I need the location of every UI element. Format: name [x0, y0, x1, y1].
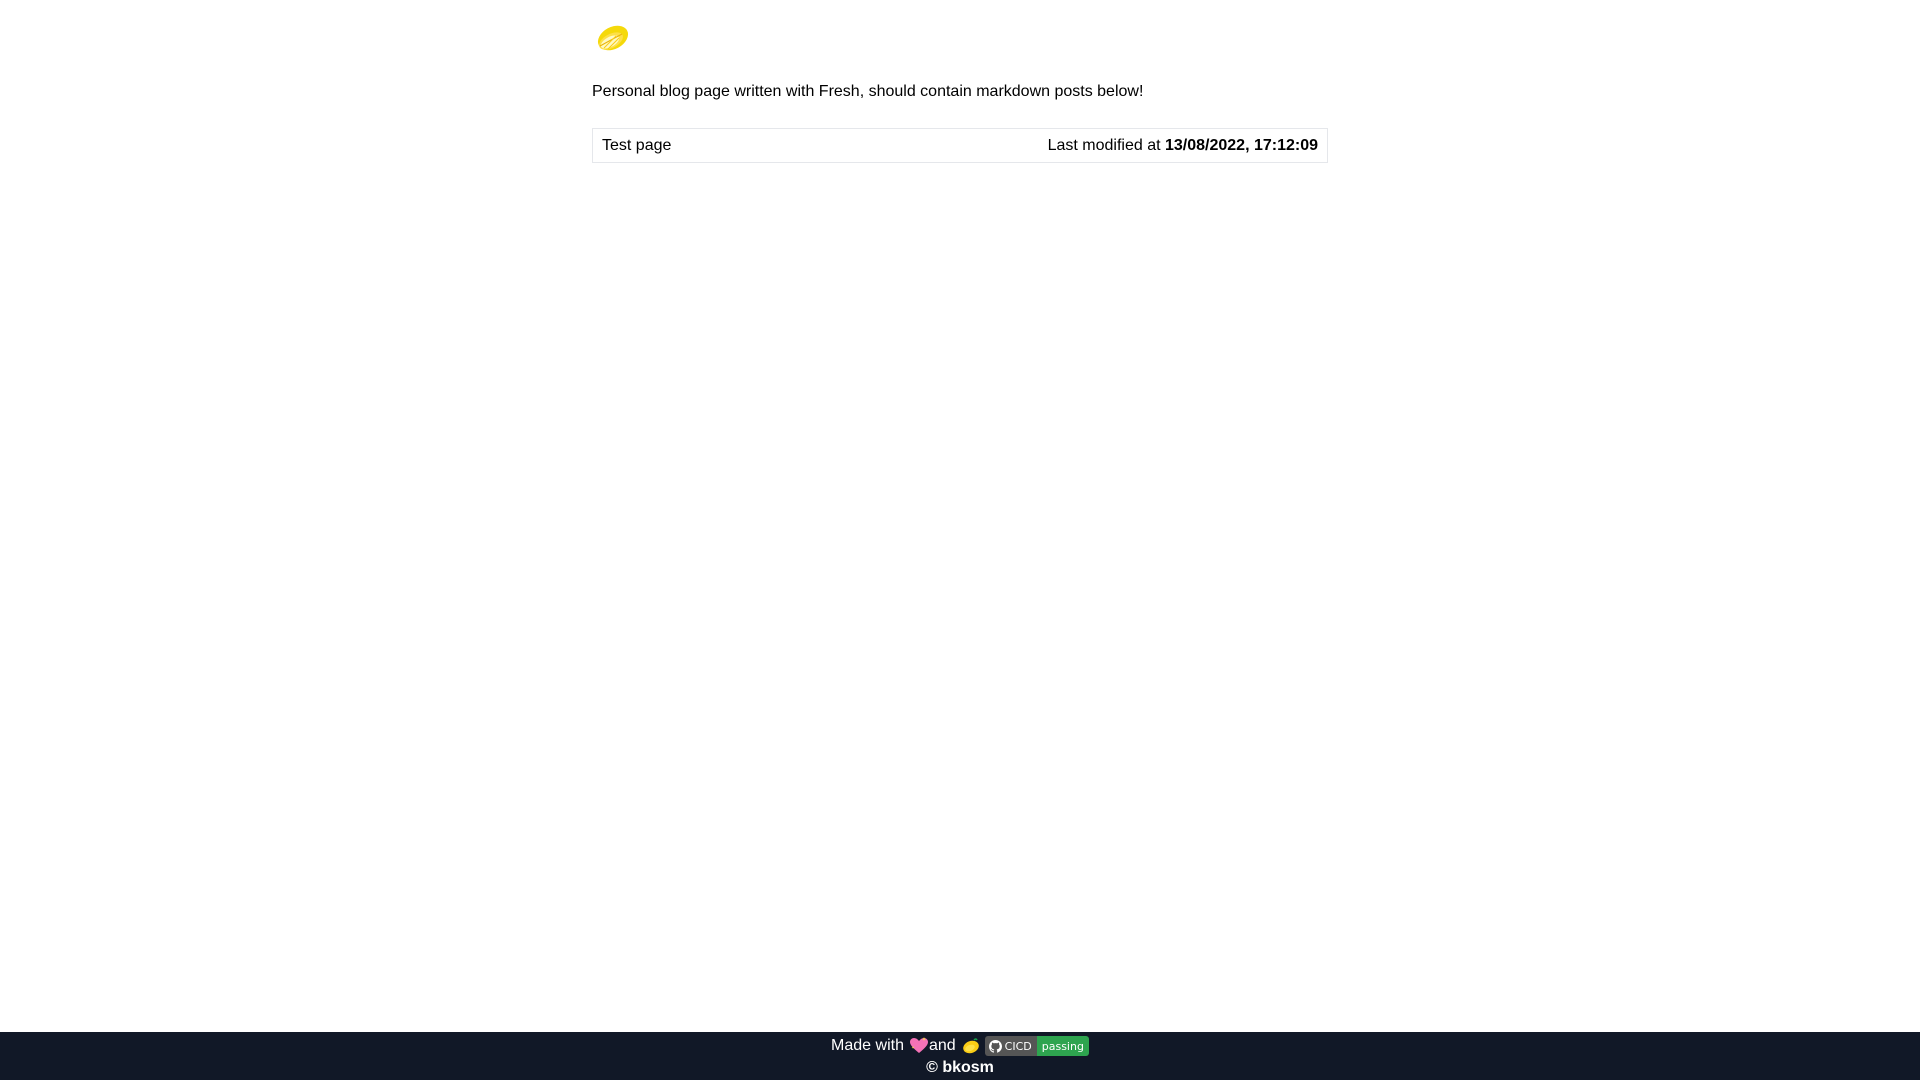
post-list: Test page Last modified at 13/08/2022, 1…: [592, 128, 1328, 163]
post-modified: Last modified at 13/08/2022, 17:12:09: [1048, 137, 1318, 155]
post-modified-date: 13/08/2022, 17:12:09: [1164, 136, 1318, 154]
footer-credits: Made with and CICD passing: [0, 1035, 1920, 1057]
badge-label-text: CICD: [1004, 1039, 1032, 1053]
page: Personal blog page written with Fresh, s…: [0, 0, 1920, 1080]
badge-label: CICD: [984, 1036, 1037, 1056]
footer-copyright: © bkosm: [926, 1059, 994, 1076]
footer: Made with and CICD passing © bkosm: [0, 1032, 1920, 1080]
lemon-icon: [962, 1038, 979, 1054]
badge-status: passing: [1036, 1036, 1089, 1056]
github-icon: [988, 1039, 1002, 1053]
footer-made-with: Made with: [831, 1037, 904, 1054]
post-modified-prefix: Last modified at: [1047, 136, 1161, 154]
sparkling-heart-icon: [909, 1037, 928, 1053]
footer-and: and: [928, 1037, 956, 1054]
lemon-icon: [597, 25, 629, 51]
cicd-status-badge[interactable]: CICD passing: [984, 1036, 1089, 1056]
post-title[interactable]: Test page: [602, 137, 671, 155]
post-item[interactable]: Test page Last modified at 13/08/2022, 1…: [592, 128, 1328, 163]
intro-text: Personal blog page written with Fresh, s…: [592, 83, 1144, 100]
